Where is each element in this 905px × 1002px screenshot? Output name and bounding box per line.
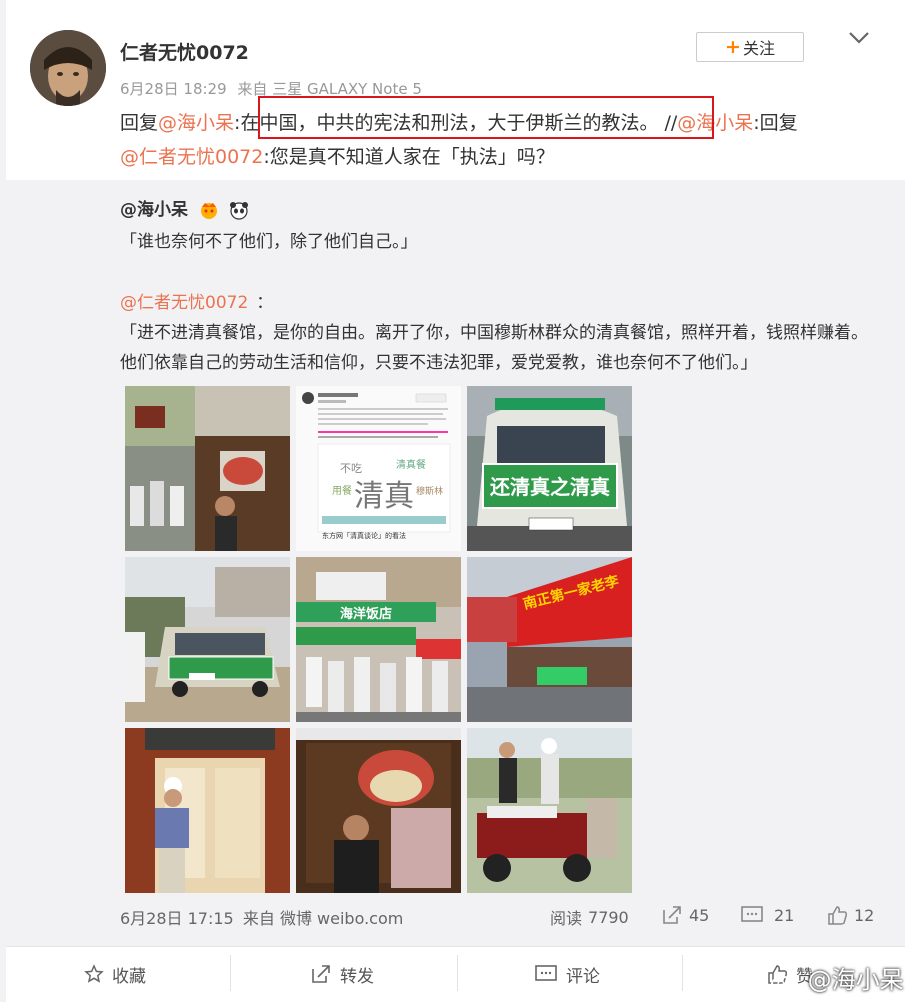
repost-username: @海小呆 (120, 195, 250, 220)
quoted-user-line: @仁者无忧0072 ： (120, 288, 273, 313)
quoted-text: 「进不进清真餐馆，是你的自由。离开了你，中国穆斯林群众的清真餐馆，照样开着，钱照… (120, 323, 868, 373)
reads-count: 7790 (588, 907, 629, 927)
panda-icon (228, 200, 250, 220)
highlight-box (258, 96, 714, 139)
reply-prefix: 回复 (120, 112, 159, 134)
screenshot-big-word: 清真 (354, 479, 414, 514)
share-icon (661, 905, 683, 925)
repost-icon (310, 964, 332, 984)
repost-like-stat[interactable]: 12 (826, 905, 874, 925)
repost-source[interactable]: 微博 weibo.com (280, 909, 403, 928)
photo-thumbnail[interactable] (125, 557, 290, 722)
follow-button[interactable]: + 关注 (696, 32, 804, 62)
repost-date[interactable]: 6月28日 17:15 (120, 909, 234, 928)
photo-thumbnail[interactable] (296, 728, 461, 893)
comment-icon (740, 905, 764, 925)
crown-badge-icon (198, 200, 220, 220)
screenshot-thumbnail[interactable]: 不吃 清真餐 用餐 清真 穆斯林 东方网「清真谈论」的看法 (296, 386, 461, 551)
follow-label: 关注 (742, 39, 775, 58)
weibo-logo-icon (770, 969, 800, 993)
repost-comment-stat[interactable]: 21 (740, 905, 794, 925)
photo-thumbnail[interactable]: 海洋饭店 (296, 557, 461, 722)
quoted-colon: ： (256, 293, 274, 313)
plus-icon: + (725, 36, 741, 58)
repost-button[interactable]: 转发 (310, 959, 374, 989)
repost-source-prefix: 来自 (242, 909, 275, 928)
post-text-end: :您是真不知道人家在「执法」吗？ (263, 146, 555, 168)
photo-thumbnail[interactable]: 还清真之清真 (467, 386, 632, 551)
svg-text:穆斯林: 穆斯林 (416, 485, 443, 497)
comment-button[interactable]: 评论 (534, 959, 600, 989)
chevron-down-icon[interactable] (848, 30, 870, 46)
reads-label: 阅读 (550, 909, 583, 928)
photo-thumbnail[interactable]: 南正第一家老李 (467, 557, 632, 722)
repost-meta: 6月28日 17:15 来自 微博 weibo.com (120, 905, 403, 929)
comment-icon (534, 964, 558, 984)
comment-label: 评论 (566, 966, 600, 987)
reply-label: :回复 (753, 112, 798, 134)
svg-text:清真餐: 清真餐 (396, 458, 426, 471)
watermark: @海小呆 (770, 960, 904, 995)
repost-text: 「谁也奈何不了他们，除了他们自己。」 (120, 232, 418, 252)
svg-text:用餐: 用餐 (332, 484, 352, 497)
photo-thumbnail[interactable] (467, 728, 632, 893)
van-sign-text: 还清真之清真 (489, 475, 610, 499)
repost-label: 转发 (340, 966, 374, 987)
user-avatar[interactable] (30, 30, 106, 106)
like-count: 12 (854, 905, 875, 925)
favorite-label: 收藏 (112, 966, 146, 987)
favorite-button[interactable]: 收藏 (84, 959, 146, 989)
post-username[interactable]: 仁者无忧0072 (120, 38, 249, 65)
star-icon (84, 964, 104, 984)
mention-link[interactable]: @海小呆 (158, 112, 234, 134)
repost-reads: 阅读 7790 (550, 905, 629, 929)
repost-user-link[interactable]: @海小呆 (120, 200, 188, 220)
svg-text:不吃: 不吃 (340, 462, 362, 475)
photo-thumbnail[interactable] (125, 728, 290, 893)
share-count: 45 (689, 905, 710, 925)
thumbs-up-icon (826, 905, 848, 925)
post-date[interactable]: 6月28日 18:29 (120, 80, 227, 98)
repost-share-stat[interactable]: 45 (661, 905, 709, 925)
screenshot-caption: 东方网「清真谈论」的看法 (322, 531, 406, 540)
watermark-text: @海小呆 (807, 966, 904, 994)
comment-count: 21 (774, 905, 795, 925)
divider (230, 955, 231, 991)
mention-link[interactable]: @仁者无忧0072 (120, 146, 263, 168)
divider (682, 955, 683, 991)
photo-thumbnail[interactable] (125, 386, 290, 551)
restaurant-sign-text: 海洋饭店 (340, 606, 392, 622)
quoted-user-link[interactable]: @仁者无忧0072 (120, 293, 248, 313)
divider (457, 955, 458, 991)
